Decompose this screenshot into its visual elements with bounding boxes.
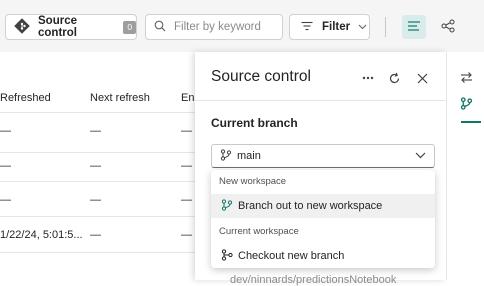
cell-refreshed: — <box>0 160 11 172</box>
search-box[interactable]: Filter by keyword <box>145 14 283 40</box>
filter-icon <box>301 21 313 34</box>
cell-refreshed: — <box>0 125 11 137</box>
branch-icon <box>220 148 232 164</box>
column-header-refreshed[interactable]: Refreshed <box>0 92 51 104</box>
source-control-button[interactable]: Source control 0 <box>5 14 137 40</box>
cell-en: — <box>181 194 192 206</box>
row-divider <box>0 181 195 182</box>
menu-group-new-workspace: New workspace <box>219 176 287 187</box>
checkout-branch-icon <box>221 248 233 264</box>
top-toolbar: Source control 0 Filter by keyword Filte… <box>0 0 484 52</box>
row-divider <box>0 112 195 113</box>
table-row[interactable]: 1/22/24, 5:01:5... <box>0 229 88 241</box>
row-divider <box>0 252 195 253</box>
close-icon[interactable] <box>415 71 429 85</box>
toolbar-divider <box>385 17 386 37</box>
branch-icon[interactable] <box>459 96 473 110</box>
chevron-down-icon <box>415 150 426 162</box>
refresh-icon[interactable] <box>387 71 401 85</box>
checkout-branch-menu-item[interactable]: Checkout new branch <box>211 244 435 268</box>
list-view-icon <box>407 20 421 35</box>
source-control-label: Source control <box>38 15 77 39</box>
search-icon <box>154 20 166 35</box>
branch-out-menu-item[interactable]: Branch out to new workspace <box>211 194 435 218</box>
cell-next-refresh: — <box>90 160 101 172</box>
partial-branch-path: dev/ninnards/predictionsNotebook <box>230 274 397 286</box>
source-control-diamond-icon <box>14 17 30 37</box>
row-divider <box>0 216 195 217</box>
cell-en: — <box>181 229 192 241</box>
filter-label: Filter <box>322 21 351 33</box>
branch-menu: New workspace Branch out to new workspac… <box>211 170 435 268</box>
panel-divider <box>195 100 446 101</box>
lineage-view-button[interactable] <box>436 15 460 39</box>
branch-dropdown[interactable]: main <box>211 144 435 168</box>
cell-en: — <box>181 160 192 172</box>
table-row[interactable]: — <box>0 194 11 206</box>
column-header-en[interactable]: En <box>181 92 195 104</box>
lineage-view-icon <box>441 19 455 36</box>
right-rail <box>446 52 484 280</box>
branch-value: main <box>237 150 261 162</box>
menu-group-current-workspace: Current workspace <box>219 226 299 237</box>
swap-icon[interactable] <box>459 70 473 84</box>
chevron-down-icon <box>358 21 367 33</box>
current-branch-heading: Current branch <box>211 116 298 130</box>
cell-next-refresh: — <box>90 125 101 137</box>
cell-refreshed: — <box>0 194 11 206</box>
table-row[interactable]: — <box>0 160 11 172</box>
cell-next-refresh: — <box>90 229 101 241</box>
cell-next-refresh: — <box>90 194 101 206</box>
source-control-count-badge: 0 <box>123 20 136 34</box>
column-header-next-refresh[interactable]: Next refresh <box>90 92 150 104</box>
branch-out-label: Branch out to new workspace <box>238 200 383 212</box>
search-input[interactable]: Filter by keyword <box>174 21 261 33</box>
checkout-branch-label: Checkout new branch <box>238 250 345 262</box>
cell-en: — <box>181 125 192 137</box>
active-tab-indicator <box>461 121 481 123</box>
filter-button[interactable]: Filter <box>289 14 370 40</box>
panel-title: Source control <box>211 68 311 85</box>
cell-refreshed: 1/22/24, 5:01:5... <box>0 229 83 241</box>
branch-icon <box>221 198 233 214</box>
table-row[interactable]: — <box>0 125 11 137</box>
list-view-button[interactable] <box>402 15 426 39</box>
row-divider <box>0 152 195 153</box>
more-icon[interactable] <box>361 71 375 85</box>
